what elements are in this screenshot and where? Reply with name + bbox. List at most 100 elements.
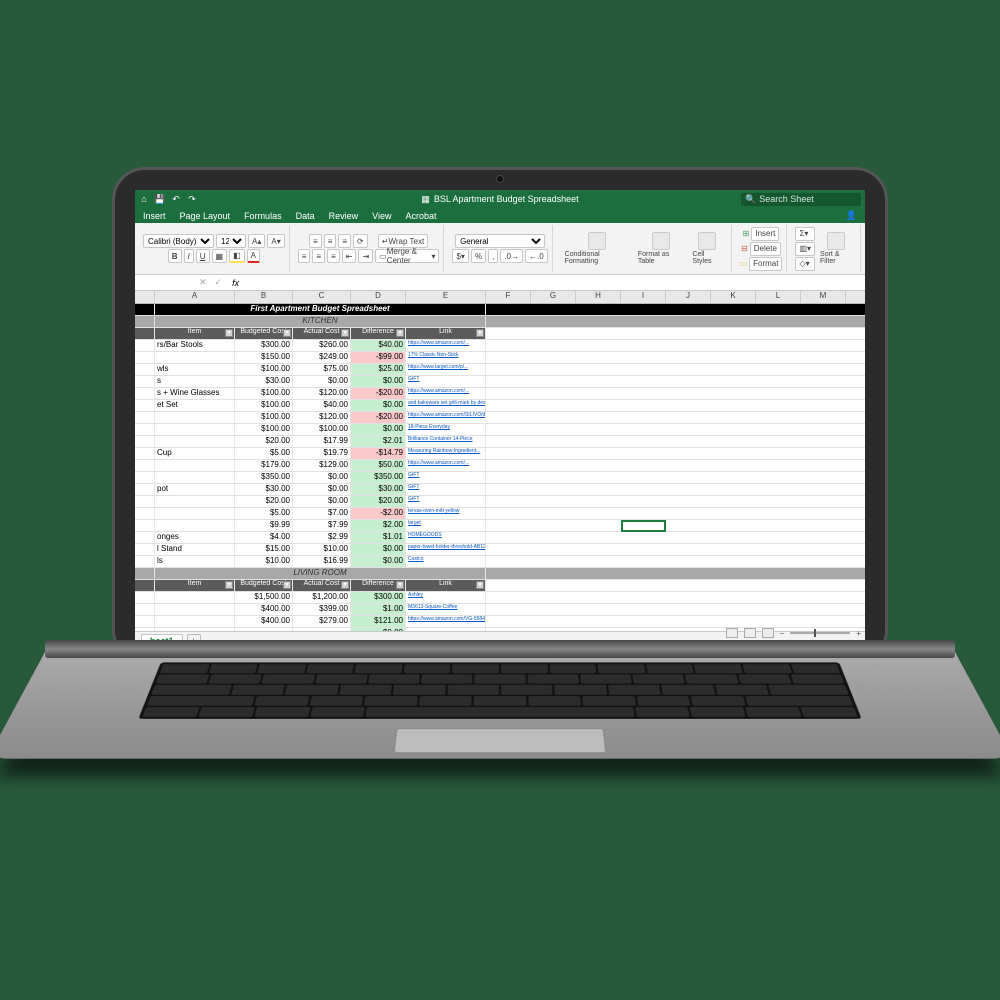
redo-icon[interactable]: ↷ xyxy=(187,194,197,204)
item-cell[interactable]: wls xyxy=(155,364,235,375)
increase-font-icon[interactable]: A▴ xyxy=(248,234,265,248)
column-header[interactable]: A xyxy=(155,291,235,303)
tab-data[interactable]: Data xyxy=(296,211,315,221)
link-cell[interactable]: M3613-Square-Coffee xyxy=(406,604,486,615)
actual-cell[interactable]: $0.00 xyxy=(293,496,351,507)
cell[interactable] xyxy=(135,568,155,579)
item-cell[interactable] xyxy=(155,628,235,631)
actual-cell[interactable]: $100.00 xyxy=(293,424,351,435)
link-cell[interactable] xyxy=(406,628,486,631)
italic-button[interactable]: I xyxy=(184,249,194,263)
difference-cell[interactable]: $0.00 xyxy=(351,544,406,555)
budget-cell[interactable]: $20.00 xyxy=(235,436,293,447)
budget-cell[interactable]: $179.00 xyxy=(235,460,293,471)
link-cell[interactable]: https://www.amazon.com/VG-5584Q3-Inch-Sm… xyxy=(406,616,486,627)
number-format-select[interactable]: General xyxy=(455,234,545,248)
difference-cell[interactable]: $0.00 xyxy=(351,556,406,567)
column-filter-header[interactable]: Actual Cost▾ xyxy=(293,580,351,591)
column-filter-header[interactable]: Link▾ xyxy=(406,580,486,591)
actual-cell[interactable]: $0.00 xyxy=(293,376,351,387)
item-cell[interactable] xyxy=(155,604,235,615)
column-filter-header[interactable]: Item▾ xyxy=(155,580,235,591)
view-page-break-icon[interactable] xyxy=(762,628,774,638)
difference-cell[interactable]: $25.00 xyxy=(351,364,406,375)
difference-cell[interactable]: $300.00 xyxy=(351,592,406,603)
fill-button[interactable]: ▥▾ xyxy=(795,242,815,256)
comma-button[interactable]: , xyxy=(488,249,498,263)
decrease-font-icon[interactable]: A▾ xyxy=(267,234,284,248)
budget-cell[interactable]: $100.00 xyxy=(235,364,293,375)
difference-cell[interactable]: $50.00 xyxy=(351,460,406,471)
cell-styles-button[interactable]: Cell Styles xyxy=(688,232,726,265)
link-cell[interactable]: Brilliance Container 14-Piece xyxy=(406,436,486,447)
increase-decimal-icon[interactable]: .0→ xyxy=(500,249,523,263)
budget-cell[interactable]: $5.00 xyxy=(235,508,293,519)
actual-cell[interactable]: $7.00 xyxy=(293,508,351,519)
item-cell[interactable]: onges xyxy=(155,532,235,543)
cell[interactable] xyxy=(135,328,155,339)
actual-cell[interactable]: $249.00 xyxy=(293,352,351,363)
column-header[interactable]: H xyxy=(576,291,621,303)
item-cell[interactable]: et Set xyxy=(155,400,235,411)
budget-cell[interactable]: $9.99 xyxy=(235,520,293,531)
difference-cell[interactable]: -$20.00 xyxy=(351,412,406,423)
orientation-icon[interactable]: ⟳ xyxy=(353,234,368,248)
tab-review[interactable]: Review xyxy=(329,211,359,221)
autosum-button[interactable]: Σ▾ xyxy=(795,227,815,241)
item-cell[interactable]: l Stand xyxy=(155,544,235,555)
budget-cell[interactable]: $5.00 xyxy=(235,448,293,459)
enter-formula-icon[interactable]: ✓ xyxy=(211,277,227,288)
difference-cell[interactable]: $40.00 xyxy=(351,340,406,351)
difference-cell[interactable]: -$14.79 xyxy=(351,448,406,459)
align-bottom-icon[interactable]: ≡ xyxy=(338,234,351,248)
view-page-layout-icon[interactable] xyxy=(744,628,756,638)
difference-cell[interactable]: $0.00 xyxy=(351,376,406,387)
difference-cell[interactable]: $0.00 xyxy=(351,628,406,631)
column-filter-header[interactable]: Item▾ xyxy=(155,328,235,339)
link-cell[interactable]: and bakeware set grill-mark by design xyxy=(406,400,486,411)
column-header[interactable]: G xyxy=(531,291,576,303)
budget-cell[interactable]: $1,500.00 xyxy=(235,592,293,603)
sheet-grid[interactable]: ABCDEFGHIJKLM First Apartment Budget Spr… xyxy=(135,291,865,631)
actual-cell[interactable]: $16.99 xyxy=(293,556,351,567)
budget-cell[interactable]: $100.00 xyxy=(235,400,293,411)
align-right-icon[interactable]: ≡ xyxy=(327,249,340,263)
difference-cell[interactable]: $2.01 xyxy=(351,436,406,447)
budget-cell[interactable]: $150.00 xyxy=(235,352,293,363)
link-cell[interactable]: paper-towel-holder-threshold-AB123-A xyxy=(406,544,486,555)
budget-cell[interactable]: $100.00 xyxy=(235,424,293,435)
actual-cell[interactable]: $75.00 xyxy=(293,364,351,375)
column-header[interactable]: B xyxy=(235,291,293,303)
budget-cell[interactable]: $20.00 xyxy=(235,496,293,507)
cell[interactable] xyxy=(135,304,155,315)
difference-cell[interactable]: $1.01 xyxy=(351,532,406,543)
conditional-formatting-button[interactable]: Conditional Formatting xyxy=(561,232,633,265)
item-cell[interactable] xyxy=(155,616,235,627)
actual-cell[interactable]: $120.00 xyxy=(293,412,351,423)
link-cell[interactable]: HOMEGOODS xyxy=(406,532,486,543)
budget-cell[interactable]: $400.00 xyxy=(235,616,293,627)
item-cell[interactable]: pot xyxy=(155,484,235,495)
actual-cell[interactable] xyxy=(293,628,351,631)
align-center-icon[interactable]: ≡ xyxy=(312,249,325,263)
column-header[interactable]: M xyxy=(801,291,846,303)
difference-cell[interactable]: $121.00 xyxy=(351,616,406,627)
link-cell[interactable]: https://www.amazon.com/... xyxy=(406,340,486,351)
item-cell[interactable] xyxy=(155,424,235,435)
actual-cell[interactable]: $40.00 xyxy=(293,400,351,411)
font-color-button[interactable]: A xyxy=(247,249,260,263)
cancel-formula-icon[interactable]: ✕ xyxy=(195,277,211,288)
view-normal-icon[interactable] xyxy=(726,628,738,638)
undo-icon[interactable]: ↶ xyxy=(171,194,181,204)
link-cell[interactable]: target xyxy=(406,520,486,531)
column-header[interactable]: F xyxy=(486,291,531,303)
tab-formulas[interactable]: Formulas xyxy=(244,211,282,221)
item-cell[interactable]: rs/Bar Stools xyxy=(155,340,235,351)
actual-cell[interactable]: $399.00 xyxy=(293,604,351,615)
budget-cell[interactable]: $30.00 xyxy=(235,376,293,387)
tab-acrobat[interactable]: Acrobat xyxy=(405,211,436,221)
align-middle-icon[interactable]: ≡ xyxy=(324,234,337,248)
column-header[interactable] xyxy=(135,291,155,303)
insert-cells-button[interactable]: Insert xyxy=(751,227,779,241)
zoom-slider[interactable] xyxy=(790,632,850,634)
